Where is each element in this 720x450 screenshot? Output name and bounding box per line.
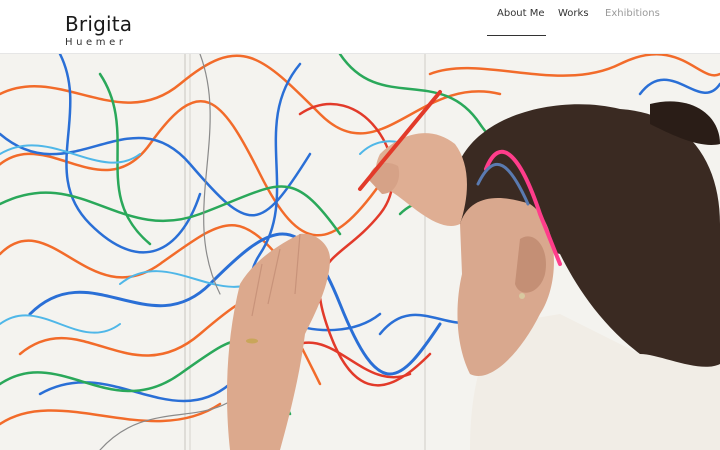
- nav-about-me[interactable]: About Me: [497, 8, 545, 20]
- site-header: Brigita Huemer About Me Works Exhibition…: [0, 0, 720, 54]
- nav-active-indicator: [487, 35, 546, 36]
- hero-image: [0, 54, 720, 450]
- site-logo[interactable]: Brigita Huemer: [65, 13, 132, 49]
- logo-surname: Huemer: [65, 37, 127, 48]
- nav-works[interactable]: Works: [558, 8, 589, 20]
- nav-exhibitions[interactable]: Exhibitions: [605, 8, 660, 20]
- hero-artwork: [0, 54, 720, 450]
- logo-name: Brigita: [65, 12, 133, 36]
